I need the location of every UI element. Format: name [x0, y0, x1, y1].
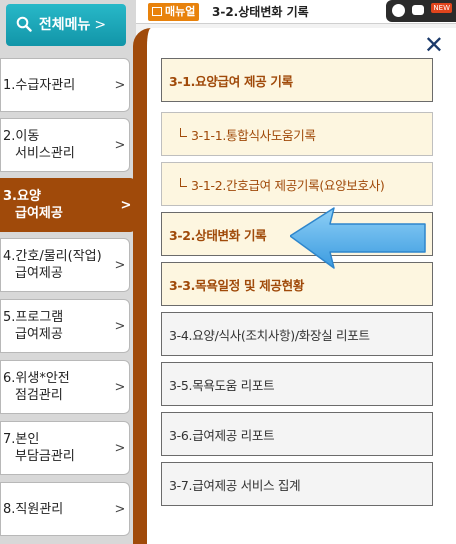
sidebar-item-label: 1.수급자관리 — [3, 77, 76, 93]
submenu-item-label: 3-2.상태변화 기록 — [169, 227, 267, 243]
chevron-right-icon: > — [114, 137, 126, 153]
submenu-item-label: 3-1-2.간호급여 제공기록(요양보호사) — [191, 177, 385, 193]
chevron-right-icon: > — [114, 257, 126, 273]
sidebar-item-sublabel: 부담금관리 — [15, 449, 75, 464]
chevron-right-icon: > — [114, 501, 126, 517]
submenu-item-bath-report[interactable]: 3-5.목욕도움 리포트 — [161, 362, 433, 406]
sidebar-item-sublabel: 급여제공 — [15, 206, 63, 221]
breadcrumb: 3-2.상태변화 기록 — [212, 5, 309, 19]
indent-marker-icon — [180, 127, 187, 137]
sidebar-item-nursing-therapy[interactable]: 4.간호/물리(작업) 급여제공 > — [0, 238, 130, 292]
sidebar-item-program[interactable]: 5.프로그램급여제공 > — [0, 299, 130, 353]
sidebar-item-label: 5.프로그램 — [3, 310, 64, 325]
sidebar: 전체메뉴 > 1.수급자관리 > 2.이동 서비스관리 > 3.요양 급여제공 > 4… — [0, 0, 136, 544]
sidebar-item-label: 2.이동 — [3, 129, 40, 144]
sidebar-item-hygiene-safety[interactable]: 6.위생*안전점검관리 > — [0, 360, 130, 414]
chat-icon — [412, 5, 424, 15]
sidebar-item-sublabel: 급여제공 — [15, 266, 63, 281]
submenu-item-benefit-report[interactable]: 3-6.급여제공 리포트 — [161, 412, 433, 456]
sidebar-item-sublabel: 급여제공 — [15, 327, 63, 342]
submenu-item-care-record[interactable]: 3-1.요양급여 제공 기록 — [161, 58, 433, 102]
sidebar-item-copayment[interactable]: 7.본인부담금관리 > — [0, 421, 130, 475]
indent-marker-icon — [180, 177, 187, 187]
submenu-panel: ✕ 3-1.요양급여 제공 기록 3-1-1.통합식사도움기록 3-1-2.간호… — [133, 28, 456, 544]
sidebar-item-recipient-management[interactable]: 1.수급자관리 > — [0, 58, 130, 112]
sidebar-item-label: 3.요양 — [3, 189, 41, 204]
sidebar-item-sublabel: 서비스관리 — [15, 146, 75, 161]
search-icon — [16, 16, 32, 32]
all-menu-label: 전체메뉴 — [38, 17, 91, 33]
sidebar-item-staff-management[interactable]: 8.직원관리 > — [0, 482, 130, 536]
sidebar-item-label: 7.본인 — [3, 432, 40, 447]
submenu-item-label: 3-4.요양/식사(조치사항)/화장실 리포트 — [169, 327, 370, 343]
close-icon[interactable]: ✕ — [424, 32, 444, 58]
sidebar-item-label: 8.직원관리 — [3, 501, 64, 517]
all-menu-button[interactable]: 전체메뉴 > — [6, 4, 126, 46]
top-bar: 매뉴얼 3-2.상태변화 기록 NEW — [136, 0, 456, 24]
manual-label: 매뉴얼 — [165, 5, 196, 18]
sidebar-item-label: 6.위생*안전 — [3, 371, 70, 386]
top-widget[interactable]: NEW — [386, 0, 456, 22]
submenu-item-care-meal-toilet-report[interactable]: 3-4.요양/식사(조치사항)/화장실 리포트 — [161, 312, 433, 356]
book-icon — [152, 7, 162, 16]
submenu-item-label: 3-5.목욕도움 리포트 — [169, 377, 275, 393]
submenu-item-service-summary[interactable]: 3-7.급여제공 서비스 집계 — [161, 462, 433, 506]
clock-icon — [392, 4, 405, 17]
sidebar-item-care-benefit[interactable]: 3.요양 급여제공 > — [0, 178, 136, 232]
manual-button[interactable]: 매뉴얼 — [148, 3, 200, 21]
chevron-right-icon: > — [94, 17, 107, 33]
submenu-item-meal-help-record[interactable]: 3-1-1.통합식사도움기록 — [161, 112, 433, 156]
new-badge: NEW — [431, 3, 452, 13]
chevron-right-icon: > — [114, 440, 126, 456]
submenu-item-label: 3-7.급여제공 서비스 집계 — [169, 477, 301, 493]
chevron-right-icon: > — [114, 379, 126, 395]
submenu-item-label: 3-3.목욕일정 및 제공현황 — [169, 277, 305, 293]
submenu-item-label: 3-1-1.통합식사도움기록 — [191, 127, 316, 143]
pointer-arrow-icon — [290, 207, 426, 269]
sidebar-item-sublabel: 점검관리 — [15, 388, 63, 403]
submenu-item-label: 3-6.급여제공 리포트 — [169, 427, 275, 443]
submenu-item-label: 3-1.요양급여 제공 기록 — [169, 73, 293, 89]
chevron-right-icon: > — [114, 318, 126, 334]
sidebar-item-label: 4.간호/물리(작업) — [3, 249, 102, 264]
submenu-item-nursing-record[interactable]: 3-1-2.간호급여 제공기록(요양보호사) — [161, 162, 433, 206]
chevron-right-icon: > — [114, 77, 126, 93]
sidebar-item-transport-service[interactable]: 2.이동서비스관리 > — [0, 118, 130, 172]
